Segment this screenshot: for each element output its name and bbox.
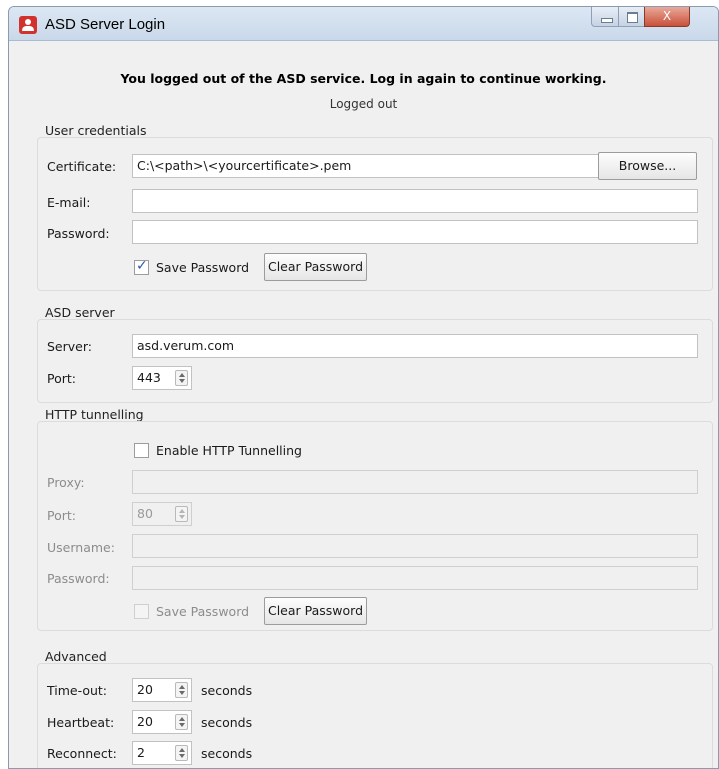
password-field[interactable] [132, 220, 698, 244]
spinner-arrows-icon[interactable] [175, 370, 188, 386]
spinner-arrows-icon[interactable] [175, 714, 188, 730]
login-window: ASD Server Login X You logged out of the… [8, 6, 719, 769]
password-label: Password: [47, 226, 110, 241]
tunnel-port-value: 80 [137, 506, 153, 521]
server-field[interactable]: asd.verum.com [132, 334, 698, 358]
certificate-field[interactable]: C:\<path>\<yourcertificate>.pem [132, 154, 599, 178]
tunnel-save-password-checkbox[interactable] [134, 604, 149, 619]
email-label: E-mail: [47, 195, 91, 210]
asd-server-group [37, 319, 713, 403]
email-field[interactable] [132, 189, 698, 213]
timeout-spinner[interactable]: 20 [132, 678, 192, 702]
enable-http-tunnelling-label[interactable]: Enable HTTP Tunnelling [156, 443, 302, 458]
close-button[interactable]: X [644, 7, 690, 27]
proxy-field[interactable] [132, 470, 698, 494]
save-password-label[interactable]: Save Password [156, 260, 249, 275]
title-bar[interactable]: ASD Server Login X [9, 7, 718, 41]
spinner-arrows-icon[interactable] [175, 745, 188, 761]
tunnel-port-spinner[interactable]: 80 [132, 502, 192, 526]
tunnel-port-label: Port: [47, 508, 76, 523]
timeout-unit: seconds [201, 683, 253, 698]
heartbeat-value: 20 [137, 714, 153, 729]
enable-http-tunnelling-checkbox[interactable] [134, 443, 149, 458]
reconnect-unit: seconds [201, 746, 253, 761]
timeout-value: 20 [137, 682, 153, 697]
logout-message: You logged out of the ASD service. Log i… [120, 71, 607, 86]
save-password-checkbox[interactable] [134, 258, 149, 275]
tunnel-password-label: Password: [47, 571, 110, 586]
tunnel-save-password-label[interactable]: Save Password [156, 604, 249, 619]
reconnect-label: Reconnect: [47, 746, 117, 761]
user-credentials-title: User credentials [45, 123, 147, 138]
asd-server-title: ASD server [45, 305, 115, 320]
heartbeat-unit: seconds [201, 715, 253, 730]
spinner-arrows-icon[interactable] [175, 682, 188, 698]
minimize-button[interactable] [591, 7, 619, 27]
tunnel-password-field[interactable] [132, 566, 698, 590]
app-user-icon [19, 16, 37, 34]
proxy-label: Proxy: [47, 475, 85, 490]
username-field[interactable] [132, 534, 698, 558]
reconnect-spinner[interactable]: 2 [132, 741, 192, 765]
port-spinner[interactable]: 443 [132, 366, 192, 390]
advanced-title: Advanced [45, 649, 107, 664]
certificate-label: Certificate: [47, 159, 117, 174]
dialog-content: You logged out of the ASD service. Log i… [9, 41, 718, 768]
heartbeat-label: Heartbeat: [47, 715, 115, 730]
window-title: ASD Server Login [45, 16, 166, 33]
clear-password-button[interactable]: Clear Password [264, 253, 367, 281]
maximize-button[interactable] [618, 7, 645, 27]
port-label: Port: [47, 371, 76, 386]
browse-button[interactable]: Browse... [598, 152, 697, 180]
connection-status: Logged out [329, 97, 398, 111]
reconnect-value: 2 [137, 745, 145, 760]
tunnel-clear-password-button[interactable]: Clear Password [264, 597, 367, 625]
http-tunnelling-title: HTTP tunnelling [45, 407, 144, 422]
server-label: Server: [47, 339, 92, 354]
port-value: 443 [137, 370, 161, 385]
username-label: Username: [47, 540, 115, 555]
spinner-arrows-icon[interactable] [175, 506, 188, 522]
timeout-label: Time-out: [47, 683, 108, 698]
heartbeat-spinner[interactable]: 20 [132, 710, 192, 734]
